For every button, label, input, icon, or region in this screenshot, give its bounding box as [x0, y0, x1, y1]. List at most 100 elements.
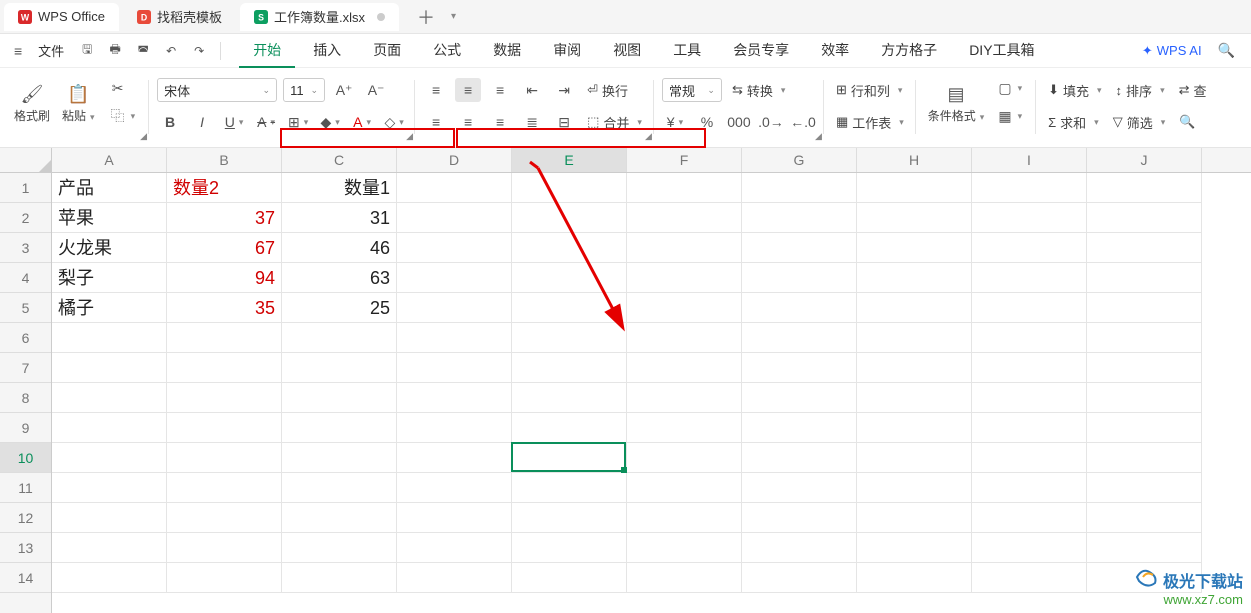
cell-I5[interactable] [972, 293, 1087, 323]
cell-F12[interactable] [627, 503, 742, 533]
cell-E14[interactable] [512, 563, 627, 593]
cell-D8[interactable] [397, 383, 512, 413]
row-header-14[interactable]: 14 [0, 563, 51, 593]
cell-C10[interactable] [282, 443, 397, 473]
cell-A4[interactable]: 梨子 [52, 263, 167, 293]
cell-J3[interactable] [1087, 233, 1202, 263]
cell-A6[interactable] [52, 323, 167, 353]
cell-F4[interactable] [627, 263, 742, 293]
align-middle-icon[interactable]: ≡ [455, 78, 481, 102]
tab-diy[interactable]: DIY工具箱 [955, 34, 1048, 68]
cell-G9[interactable] [742, 413, 857, 443]
clipboard-expand-icon[interactable]: ◢ [140, 131, 147, 142]
cell-I12[interactable] [972, 503, 1087, 533]
cell-A7[interactable] [52, 353, 167, 383]
cell-F14[interactable] [627, 563, 742, 593]
cell-J9[interactable] [1087, 413, 1202, 443]
paste-button[interactable]: 📋 粘贴▾ [58, 76, 99, 132]
cell-J12[interactable] [1087, 503, 1202, 533]
row-header-7[interactable]: 7 [0, 353, 51, 383]
select-all-corner[interactable] [0, 148, 52, 173]
cell-G1[interactable] [742, 173, 857, 203]
tab-efficiency[interactable]: 效率 [807, 34, 863, 68]
cell-A3[interactable]: 火龙果 [52, 233, 167, 263]
cell-E1[interactable] [512, 173, 627, 203]
col-header-E[interactable]: E [512, 148, 627, 172]
cell-D7[interactable] [397, 353, 512, 383]
cell-G13[interactable] [742, 533, 857, 563]
cell-A10[interactable] [52, 443, 167, 473]
convert-button[interactable]: ⇆ 转换▾ [728, 78, 789, 102]
cell-C2[interactable]: 31 [282, 203, 397, 233]
col-header-C[interactable]: C [282, 148, 397, 172]
cell-I13[interactable] [972, 533, 1087, 563]
decimal-increase-icon[interactable]: .0→ [758, 110, 784, 134]
col-header-J[interactable]: J [1087, 148, 1202, 172]
thousands-icon[interactable]: 000 [726, 110, 752, 134]
cell-F5[interactable] [627, 293, 742, 323]
cell-H4[interactable] [857, 263, 972, 293]
cell-C7[interactable] [282, 353, 397, 383]
cell-F2[interactable] [627, 203, 742, 233]
cell-B12[interactable] [167, 503, 282, 533]
fill-button[interactable]: ⬇ 填充▾ [1044, 78, 1105, 102]
cell-C6[interactable] [282, 323, 397, 353]
redo-icon[interactable]: ↷ [186, 38, 212, 64]
table-style-icon[interactable]: ▦▾ [992, 104, 1028, 128]
cell-B3[interactable]: 67 [167, 233, 282, 263]
cell-G7[interactable] [742, 353, 857, 383]
col-header-I[interactable]: I [972, 148, 1087, 172]
copy-icon[interactable]: ⿻▾ [105, 104, 142, 128]
file-menu[interactable]: 文件 [30, 37, 72, 64]
cell-E7[interactable] [512, 353, 627, 383]
cell-A5[interactable]: 橘子 [52, 293, 167, 323]
row-header-4[interactable]: 4 [0, 263, 51, 293]
replace-button[interactable]: ⇄ 查 [1175, 78, 1211, 102]
cell-J1[interactable] [1087, 173, 1202, 203]
cell-style-icon[interactable]: ▢▾ [992, 76, 1028, 100]
row-header-11[interactable]: 11 [0, 473, 51, 503]
cell-J10[interactable] [1087, 443, 1202, 473]
cell-H9[interactable] [857, 413, 972, 443]
cell-J5[interactable] [1087, 293, 1202, 323]
col-header-B[interactable]: B [167, 148, 282, 172]
sort-button[interactable]: ↕ 排序▾ [1112, 78, 1169, 102]
cell-F8[interactable] [627, 383, 742, 413]
cell-C8[interactable] [282, 383, 397, 413]
cell-E6[interactable] [512, 323, 627, 353]
cell-G11[interactable] [742, 473, 857, 503]
tab-member[interactable]: 会员专享 [719, 34, 803, 68]
tab-template[interactable]: D 找稻壳模板 [123, 3, 236, 31]
cond-format-button[interactable]: ▤ 条件格式▾ [924, 76, 989, 132]
cell-J14[interactable] [1087, 563, 1202, 593]
tab-data[interactable]: 数据 [479, 34, 535, 68]
cell-B4[interactable]: 94 [167, 263, 282, 293]
save-icon[interactable]: 🖫 [74, 38, 100, 64]
cell-F1[interactable] [627, 173, 742, 203]
cell-E9[interactable] [512, 413, 627, 443]
cell-F9[interactable] [627, 413, 742, 443]
tab-formula[interactable]: 公式 [419, 34, 475, 68]
cell-I11[interactable] [972, 473, 1087, 503]
col-header-D[interactable]: D [397, 148, 512, 172]
cell-C3[interactable]: 46 [282, 233, 397, 263]
cell-H3[interactable] [857, 233, 972, 263]
underline-icon[interactable]: U▾ [221, 110, 247, 134]
row-header-2[interactable]: 2 [0, 203, 51, 233]
tab-tools[interactable]: 工具 [659, 34, 715, 68]
cell-H6[interactable] [857, 323, 972, 353]
sum-button[interactable]: Σ 求和▾ [1044, 110, 1103, 134]
cell-E11[interactable] [512, 473, 627, 503]
cell-H13[interactable] [857, 533, 972, 563]
cell-I2[interactable] [972, 203, 1087, 233]
decimal-decrease-icon[interactable]: ←.0 [790, 110, 816, 134]
cell-I4[interactable] [972, 263, 1087, 293]
cell-H8[interactable] [857, 383, 972, 413]
cell-F3[interactable] [627, 233, 742, 263]
tab-app[interactable]: W WPS Office [4, 3, 119, 31]
tab-menu-button[interactable]: ▾ [447, 11, 460, 22]
format-brush-button[interactable]: 🖌 格式刷 [10, 76, 54, 132]
cell-C13[interactable] [282, 533, 397, 563]
col-header-H[interactable]: H [857, 148, 972, 172]
cell-I1[interactable] [972, 173, 1087, 203]
